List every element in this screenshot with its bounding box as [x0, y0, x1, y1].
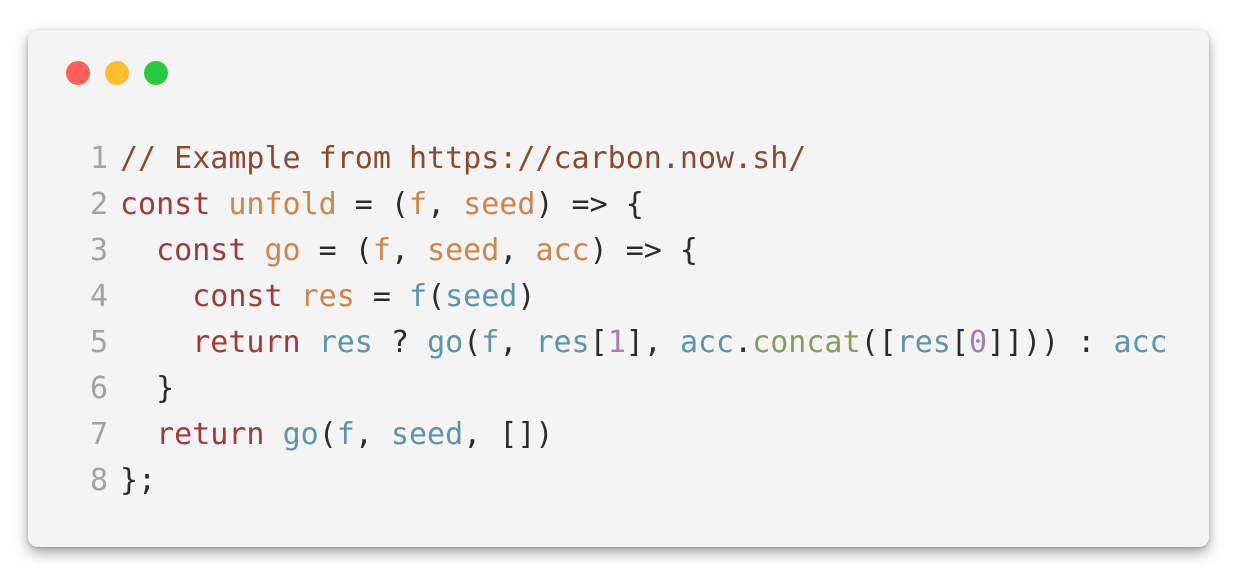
line-number: 4	[89, 279, 108, 314]
code-token-comment: // Example from https://carbon.now.sh/	[120, 141, 807, 176]
code-token-call: go	[427, 325, 464, 360]
code-line: 1 // Example from https://carbon.now.sh/	[84, 136, 1168, 182]
line-number: 7	[89, 417, 108, 452]
code-token-variable: f	[372, 233, 391, 268]
code-token-punct	[246, 228, 264, 274]
code-token-number: 0	[968, 325, 987, 360]
code-line: 3 const go = (f, seed, acc) => {	[84, 228, 1168, 274]
code-token-variable: go	[264, 233, 301, 268]
code-token-keyword: return	[192, 325, 301, 360]
minimize-button-icon[interactable]	[105, 61, 129, 85]
code-line: 6 }	[84, 366, 1168, 412]
code-token-punct	[301, 320, 319, 366]
code-token-variable: acc	[535, 233, 590, 268]
code-token-punct: ,	[499, 233, 536, 268]
zoom-button-icon[interactable]	[144, 61, 168, 85]
code-token-punct: ]])) :	[987, 325, 1114, 360]
code-token-punct	[283, 274, 301, 320]
code-token-call: f	[336, 417, 355, 452]
line-number: 2	[89, 187, 108, 222]
window-controls	[66, 61, 168, 85]
code-token-punct	[210, 182, 228, 228]
code-token-punct	[265, 412, 283, 458]
code-token-call: res	[896, 325, 951, 360]
code-token-call: res	[535, 325, 590, 360]
code-token-punct	[120, 274, 192, 320]
code-token-method: concat	[752, 325, 861, 360]
code-block[interactable]: 1 // Example from https://carbon.now.sh/2…	[84, 136, 1168, 504]
code-token-variable: seed	[427, 233, 500, 268]
code-token-punct: }	[120, 371, 175, 406]
code-token-punct	[120, 412, 156, 458]
code-token-punct: , [])	[463, 417, 554, 452]
code-token-call: acc	[679, 325, 735, 360]
code-token-variable: seed	[463, 187, 536, 222]
code-token-punct: ?	[372, 325, 428, 360]
code-token-punct: ) => {	[589, 233, 698, 268]
code-token-keyword: const	[156, 233, 247, 268]
code-token-punct: ,	[427, 187, 464, 222]
line-number: 6	[89, 371, 108, 406]
code-token-punct: ],	[625, 325, 680, 360]
code-token-punct: [	[950, 325, 969, 360]
code-token-punct: [	[589, 325, 608, 360]
code-token-call: go	[282, 417, 319, 452]
code-token-punct: };	[120, 463, 157, 498]
code-token-punct: )	[517, 279, 536, 314]
line-number: 5	[89, 325, 108, 360]
code-token-punct: (	[318, 417, 337, 452]
code-token-punct: (	[463, 325, 482, 360]
code-token-punct: =	[354, 279, 409, 314]
code-token-call: f	[409, 279, 428, 314]
code-line: 8};	[84, 458, 1168, 504]
code-window: 1 // Example from https://carbon.now.sh/2…	[28, 30, 1209, 547]
code-token-keyword: return	[156, 417, 265, 452]
code-line: 4 const res = f(seed)	[84, 274, 1168, 320]
code-line: 7 return go(f, seed, [])	[84, 412, 1168, 458]
code-token-punct: ) => {	[535, 187, 644, 222]
code-token-punct	[120, 228, 156, 274]
code-token-call: f	[481, 325, 500, 360]
code-line: 5 return res ? go(f, res[1], acc. concat(…	[84, 320, 1168, 366]
code-token-punct: = (	[300, 233, 373, 268]
code-token-number: 1	[607, 325, 626, 360]
code-token-variable: f	[409, 187, 428, 222]
code-line: 2 const unfold = (f, seed) => {	[84, 182, 1168, 228]
code-token-keyword: const	[120, 187, 211, 222]
line-number: 8	[89, 463, 108, 498]
code-token-call: seed	[390, 417, 464, 452]
code-token-punct: ,	[499, 325, 536, 360]
code-token-punct: ([	[860, 325, 897, 360]
code-token-punct	[120, 320, 192, 366]
code-token-punct: ,	[390, 233, 428, 268]
code-token-punct: (	[427, 279, 446, 314]
code-token-keyword: const	[192, 279, 283, 314]
line-number: 1	[89, 141, 108, 176]
close-button-icon[interactable]	[66, 61, 90, 85]
line-number: 3	[89, 233, 108, 268]
code-token-call: res	[318, 325, 373, 360]
code-token-variable: unfold	[228, 187, 337, 222]
code-token-punct: = (	[336, 187, 409, 222]
code-token-punct: .	[734, 325, 753, 360]
code-token-call: acc	[1113, 325, 1168, 360]
code-token-variable: res	[300, 279, 355, 314]
code-token-punct: ,	[354, 417, 391, 452]
code-token-call: seed	[445, 279, 518, 314]
